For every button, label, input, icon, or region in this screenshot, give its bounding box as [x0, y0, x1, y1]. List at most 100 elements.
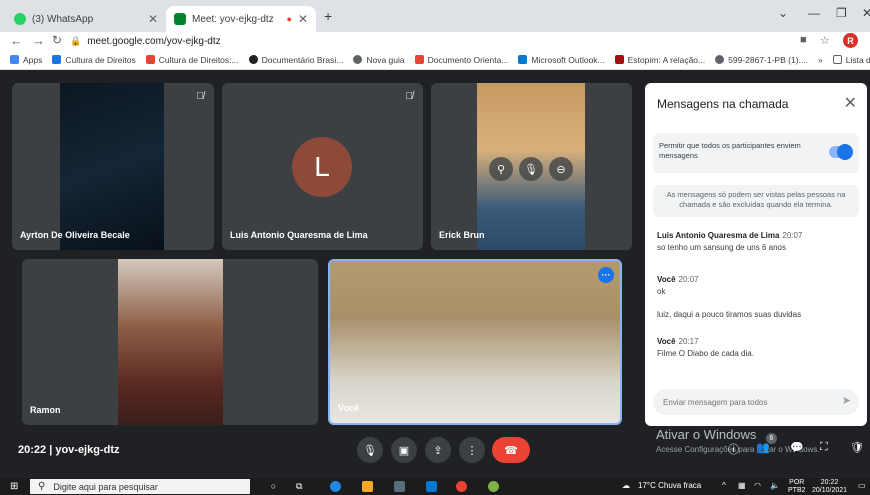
mail-icon[interactable]	[426, 481, 437, 492]
language-code: POR	[789, 479, 805, 486]
chat-composer: ➤	[653, 389, 859, 415]
panel-title: Mensagens na chamada	[657, 97, 789, 111]
self-tile[interactable]: ··· Você	[328, 259, 622, 425]
host-controls-icon[interactable]: 🛡	[850, 441, 864, 454]
close-icon[interactable]: ✕	[148, 12, 158, 26]
bookmark-label: Documento Orienta...	[427, 54, 509, 65]
address-bar: ← → ↻ 🔒 meet.google.com/yov-ejkg-dtz ■ ☆…	[0, 32, 870, 50]
bookmark-label: Microsoft Outlook...	[531, 54, 605, 65]
gmail-icon	[414, 55, 424, 64]
message-text: so tenho um sansung de uns 6 anos	[657, 243, 786, 252]
reload-icon[interactable]: ↻	[52, 33, 62, 47]
remove-icon[interactable]: ⊖	[549, 157, 573, 181]
reading-list[interactable]: Lista de leitura	[832, 55, 870, 65]
keyboard-layout: PTB2	[788, 487, 806, 494]
document-icon	[248, 55, 258, 64]
participant-tile[interactable]: L 🎙̸ Luis Antonio Quaresma de Lima	[222, 83, 423, 250]
mic-button[interactable]: 🎙	[357, 437, 383, 463]
volume-icon[interactable]: 🔈	[770, 481, 780, 490]
chat-icon[interactable]: 💬	[790, 441, 804, 454]
back-icon[interactable]: ←	[10, 33, 23, 48]
weather-text[interactable]: 17°C Chuva fraca	[638, 481, 701, 490]
participant-video	[60, 83, 164, 250]
taskbar-search[interactable]: ⚲ Digite aqui para pesquisar	[30, 479, 250, 494]
bookmark-item[interactable]: Cultura de Direitos	[52, 55, 136, 65]
bookmark-apps[interactable]: Apps	[10, 55, 42, 65]
bookmark-item[interactable]: Documento Orienta...	[414, 54, 509, 65]
restore-icon[interactable]: ❐	[836, 6, 847, 20]
tab-search-icon[interactable]: ⌄	[778, 6, 788, 20]
profile-avatar[interactable]: R	[843, 33, 858, 48]
tab-whatsapp[interactable]: (3) WhatsApp ✕	[6, 6, 166, 32]
participant-name: Ayrton De Oliveira Becale	[20, 230, 130, 240]
bookmarks-overflow[interactable]: »	[818, 55, 823, 65]
participant-name: Luis Antonio Quaresma de Lima	[230, 230, 368, 240]
participant-tile[interactable]: 🎙̸ Ayrton De Oliveira Becale	[12, 83, 214, 250]
store-icon[interactable]	[394, 481, 405, 492]
mic-off-icon: 🎙̸	[196, 91, 205, 102]
info-icon[interactable]: ⓘ	[728, 441, 739, 457]
close-window-icon[interactable]: ✕	[862, 6, 870, 20]
windows-taskbar: ⊞ ⚲ Digite aqui para pesquisar ○ ⧉ ☁ 17°…	[0, 478, 870, 495]
recording-dot-icon: ●	[286, 14, 292, 24]
url-field[interactable]: 🔒 meet.google.com/yov-ejkg-dtz	[70, 33, 780, 49]
participant-tile[interactable]: Ramon	[22, 259, 318, 425]
clock-time: 20:22	[820, 479, 839, 486]
activate-windows-title: Ativar o Windows	[656, 427, 757, 442]
bookmark-item[interactable]: 599-2867-1-PB (1)....	[715, 55, 808, 65]
bookmark-item[interactable]: Microsoft Outlook...	[518, 54, 605, 65]
wifi-icon[interactable]: ◠	[754, 481, 761, 490]
camera-icon: ▣	[398, 444, 410, 457]
cortana-icon[interactable]: ○	[268, 481, 279, 492]
notifications-icon[interactable]: ▭	[858, 481, 866, 490]
forward-icon[interactable]: →	[32, 33, 45, 48]
close-icon[interactable]: ✕	[844, 93, 857, 113]
bookmark-item[interactable]: Nova guia	[353, 55, 405, 65]
tab-meet[interactable]: Meet: yov-ejkg-dtz ● ✕	[166, 6, 316, 32]
bookmark-item[interactable]: Estopim: A relação...	[614, 55, 705, 65]
bookmark-label: Documentário Brasi...	[261, 54, 344, 65]
present-icon: ⇪	[433, 444, 443, 457]
chat-message: Você 20:17 Filme O Diabo de cada dia.	[657, 337, 754, 358]
clock[interactable]: 20:22 20/10/2021	[812, 479, 847, 495]
message-time: 20:17	[678, 337, 699, 346]
mic-icon[interactable]: 🎙	[519, 157, 543, 181]
new-tab-button[interactable]: +	[324, 8, 332, 24]
weather-icon: ☁	[622, 481, 630, 490]
bookmark-item[interactable]: Cultura de Direitos:...	[145, 55, 239, 65]
participant-tile[interactable]: ⚲ 🎙 ⊖ Erick Brun	[431, 83, 632, 250]
more-options-button[interactable]: ⋮	[459, 437, 485, 463]
message-sender: Você	[657, 275, 676, 284]
camera-button[interactable]: ▣	[391, 437, 417, 463]
chat-input[interactable]	[663, 394, 823, 410]
close-icon[interactable]: ✕	[298, 12, 308, 26]
chrome-icon[interactable]	[456, 481, 467, 492]
present-button[interactable]: ⇪	[425, 437, 451, 463]
activities-icon[interactable]: ⛶	[820, 441, 828, 454]
message-sender: Você	[657, 337, 676, 346]
tray-chevron-icon[interactable]: ^	[722, 481, 726, 490]
chat-info-note: As mensagens só podem ser vistas pelas p…	[653, 185, 859, 217]
language-indicator[interactable]: POR PTB2	[788, 479, 806, 495]
end-call-button[interactable]: ☎	[492, 437, 530, 463]
app-icon[interactable]	[488, 481, 499, 492]
allow-messages-toggle[interactable]	[829, 144, 853, 160]
file-explorer-icon[interactable]	[362, 481, 373, 492]
camera-icon[interactable]: ■	[800, 34, 807, 46]
send-icon[interactable]: ➤	[842, 394, 851, 407]
edge-icon[interactable]	[330, 481, 341, 492]
participant-name: Erick Brun	[439, 230, 485, 240]
pin-icon[interactable]: ⚲	[489, 157, 513, 181]
tab-strip: (3) WhatsApp ✕ Meet: yov-ejkg-dtz ● ✕ + …	[0, 0, 870, 32]
gmail-icon	[145, 55, 155, 64]
bookmark-star-icon[interactable]: ☆	[820, 34, 830, 47]
network-icon[interactable]: ▦	[738, 481, 746, 490]
bookmark-item[interactable]: Documentário Brasi...	[248, 54, 344, 65]
bookmark-icon	[52, 55, 62, 64]
more-options-icon[interactable]: ···	[598, 267, 614, 283]
minimize-icon[interactable]: —	[808, 6, 820, 20]
message-text: Filme O Diabo de cada dia.	[657, 349, 754, 358]
self-video	[330, 261, 620, 423]
task-view-icon[interactable]: ⧉	[296, 481, 307, 492]
windows-start-icon[interactable]: ⊞	[10, 481, 18, 492]
